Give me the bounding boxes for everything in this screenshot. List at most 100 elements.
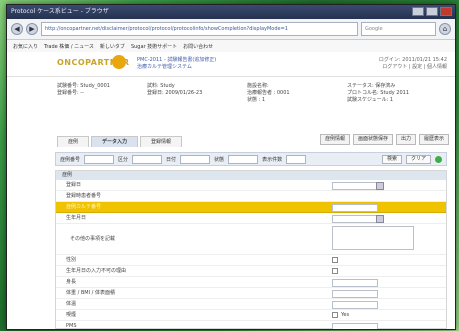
info-col: 試料: Study 登録日: 2009/01/26-23: [147, 83, 202, 97]
address-bar[interactable]: http://oncopartner.net/disclaimer/protoc…: [41, 22, 358, 36]
header-title-line: PMC-2011 - 試験報告書(追加修正): [137, 57, 217, 63]
field-label: 喫煙: [66, 312, 77, 318]
minimize-button[interactable]: [412, 7, 424, 16]
header-user-info: ログイン: 2011/01/21 15:42 ログアウト | 設定 | 個人情報: [379, 57, 447, 71]
tab-data-entry[interactable]: データ入力: [91, 136, 139, 147]
tab-bar: 症例 データ入力 登録情報: [57, 136, 183, 147]
case-info-button[interactable]: 症例情報: [319, 134, 350, 145]
filter-label: 区分: [118, 156, 129, 163]
field-label: 体温: [66, 301, 77, 307]
info-text: 登録日: 2009/01/26-23: [147, 90, 203, 96]
field-label: 登録日: [66, 182, 82, 188]
maximize-button[interactable]: [426, 7, 438, 16]
field-label: 身長: [66, 279, 77, 285]
filter-input[interactable]: [84, 154, 115, 164]
info-text: 状態 : 1: [247, 97, 266, 103]
filter-bar: 症例番号 区分 日付 状態 表示件数 検索 クリア: [55, 152, 447, 166]
bookmark-item[interactable]: Sugar 技術サポート: [131, 43, 177, 50]
case-info-bar: 試験番号: Study_0001 登録番号: -- 試料: Study 登録日:…: [7, 77, 455, 103]
field-checkbox[interactable]: [332, 268, 338, 274]
window-titlebar: Protocol ケース系ビュー - ブラウザ: [7, 5, 455, 19]
field-input[interactable]: [332, 204, 378, 212]
logo-mark-icon: [112, 55, 126, 69]
save-state-button[interactable]: 画面状態保存: [352, 134, 393, 145]
header-links[interactable]: ログアウト | 設定 | 個人情報: [379, 64, 447, 71]
form-row: 喫煙 Yes: [56, 310, 446, 321]
filter-label: 状態: [214, 156, 225, 163]
info-text: 施設名称:: [247, 83, 269, 89]
field-input[interactable]: [332, 279, 378, 287]
info-col: ステータス: 保存済み プロトコル名: Study 2011 試験スケジュール:…: [347, 83, 409, 104]
history-button[interactable]: 履歴表示: [418, 134, 449, 145]
form-row-highlighted: 症例カルテ番号: [56, 202, 446, 213]
bookmark-item[interactable]: 新しいタブ: [100, 43, 125, 50]
tab-case[interactable]: 症例: [57, 136, 90, 147]
form-row: 生年月日の入力不可の理由: [56, 266, 446, 277]
form-row: 生年月日: [56, 213, 446, 224]
tab-registration[interactable]: 登録情報: [140, 136, 183, 147]
info-text: 登録番号: --: [57, 90, 84, 96]
browser-navbar: ◀ ▶ http://oncopartner.net/disclaimer/pr…: [7, 19, 455, 40]
field-label: 生年月日: [66, 215, 87, 221]
filter-input[interactable]: [132, 154, 163, 164]
filter-select[interactable]: [286, 154, 307, 164]
filter-label: 表示件数: [262, 156, 283, 163]
status-ok-icon: [435, 155, 442, 163]
field-label: 登録時患者番号: [66, 193, 102, 199]
filter-input[interactable]: [180, 154, 211, 164]
search-button[interactable]: 検索: [381, 154, 402, 164]
home-icon[interactable]: ⌂: [439, 23, 451, 35]
filter-label: 日付: [166, 156, 177, 163]
header-title: PMC-2011 - 試験報告書(追加修正) 治療カルテ管理システム: [137, 57, 216, 71]
page-content: ONCOPARTNER PMC-2011 - 試験報告書(追加修正) 治療カルテ…: [7, 52, 455, 329]
form-row: 性別: [56, 255, 446, 266]
info-col: 試験番号: Study_0001 登録番号: --: [57, 83, 110, 97]
field-label: PMS: [66, 323, 77, 329]
bookmark-item[interactable]: Trade 株価 / ニュース: [44, 43, 94, 50]
browser-window: Protocol ケース系ビュー - ブラウザ ◀ ▶ http://oncop…: [6, 4, 456, 330]
form-row: 登録時患者番号: [56, 191, 446, 202]
export-button[interactable]: 出力: [395, 134, 416, 145]
form-row: その他の事項を記載: [56, 224, 446, 255]
field-checkbox[interactable]: [332, 312, 338, 318]
info-text: 試験スケジュール: 1: [347, 97, 394, 103]
filter-label: 症例番号: [60, 156, 81, 163]
field-textarea[interactable]: [332, 226, 414, 250]
calendar-icon[interactable]: [376, 215, 384, 223]
window-title: Protocol ケース系ビュー - ブラウザ: [11, 8, 109, 15]
form-row: 身長: [56, 277, 446, 288]
field-label: 性別: [66, 257, 77, 263]
field-input[interactable]: [332, 323, 378, 329]
field-checkbox[interactable]: [332, 257, 338, 263]
info-text: プロトコル名: Study 2011: [347, 90, 410, 96]
info-text: 試験番号: Study_0001: [57, 83, 110, 89]
field-input[interactable]: [332, 215, 378, 223]
form-row: 体温: [56, 299, 446, 310]
bookmark-item[interactable]: お問い合わせ: [183, 43, 213, 50]
info-text: ステータス: 保存済み: [347, 83, 396, 89]
info-col: 施設名称: 治療報告者 : 0001 状態 : 1: [247, 83, 290, 104]
field-label: その他の事項を記載: [70, 236, 116, 242]
header-subtitle-line: 治療カルテ管理システム: [137, 64, 192, 70]
filter-input[interactable]: [228, 154, 259, 164]
field-input[interactable]: [332, 182, 378, 190]
app-header: ONCOPARTNER PMC-2011 - 試験報告書(追加修正) 治療カルテ…: [7, 52, 455, 77]
field-input[interactable]: [332, 290, 378, 298]
calendar-icon[interactable]: [376, 182, 384, 190]
search-input[interactable]: Google: [361, 22, 436, 36]
form-section-title: 症例: [56, 171, 446, 180]
action-toolbar: 症例情報 画面状態保存 出力 履歴表示: [319, 134, 449, 145]
info-text: 試料: Study: [147, 83, 175, 89]
forward-icon[interactable]: ▶: [26, 23, 38, 35]
clear-button[interactable]: クリア: [405, 154, 431, 164]
form-row: 登録日: [56, 180, 446, 191]
field-input[interactable]: [332, 301, 378, 309]
back-icon[interactable]: ◀: [11, 23, 23, 35]
checkbox-label: Yes: [341, 312, 350, 318]
login-time: ログイン: 2011/01/21 15:42: [378, 57, 447, 63]
form-row: PMS: [56, 321, 446, 329]
close-button[interactable]: [440, 7, 452, 16]
bookmark-item[interactable]: お気に入り: [13, 43, 38, 50]
field-label: 体重 / BMI / 体表面積: [66, 290, 115, 296]
field-label: 症例カルテ番号: [66, 204, 102, 210]
